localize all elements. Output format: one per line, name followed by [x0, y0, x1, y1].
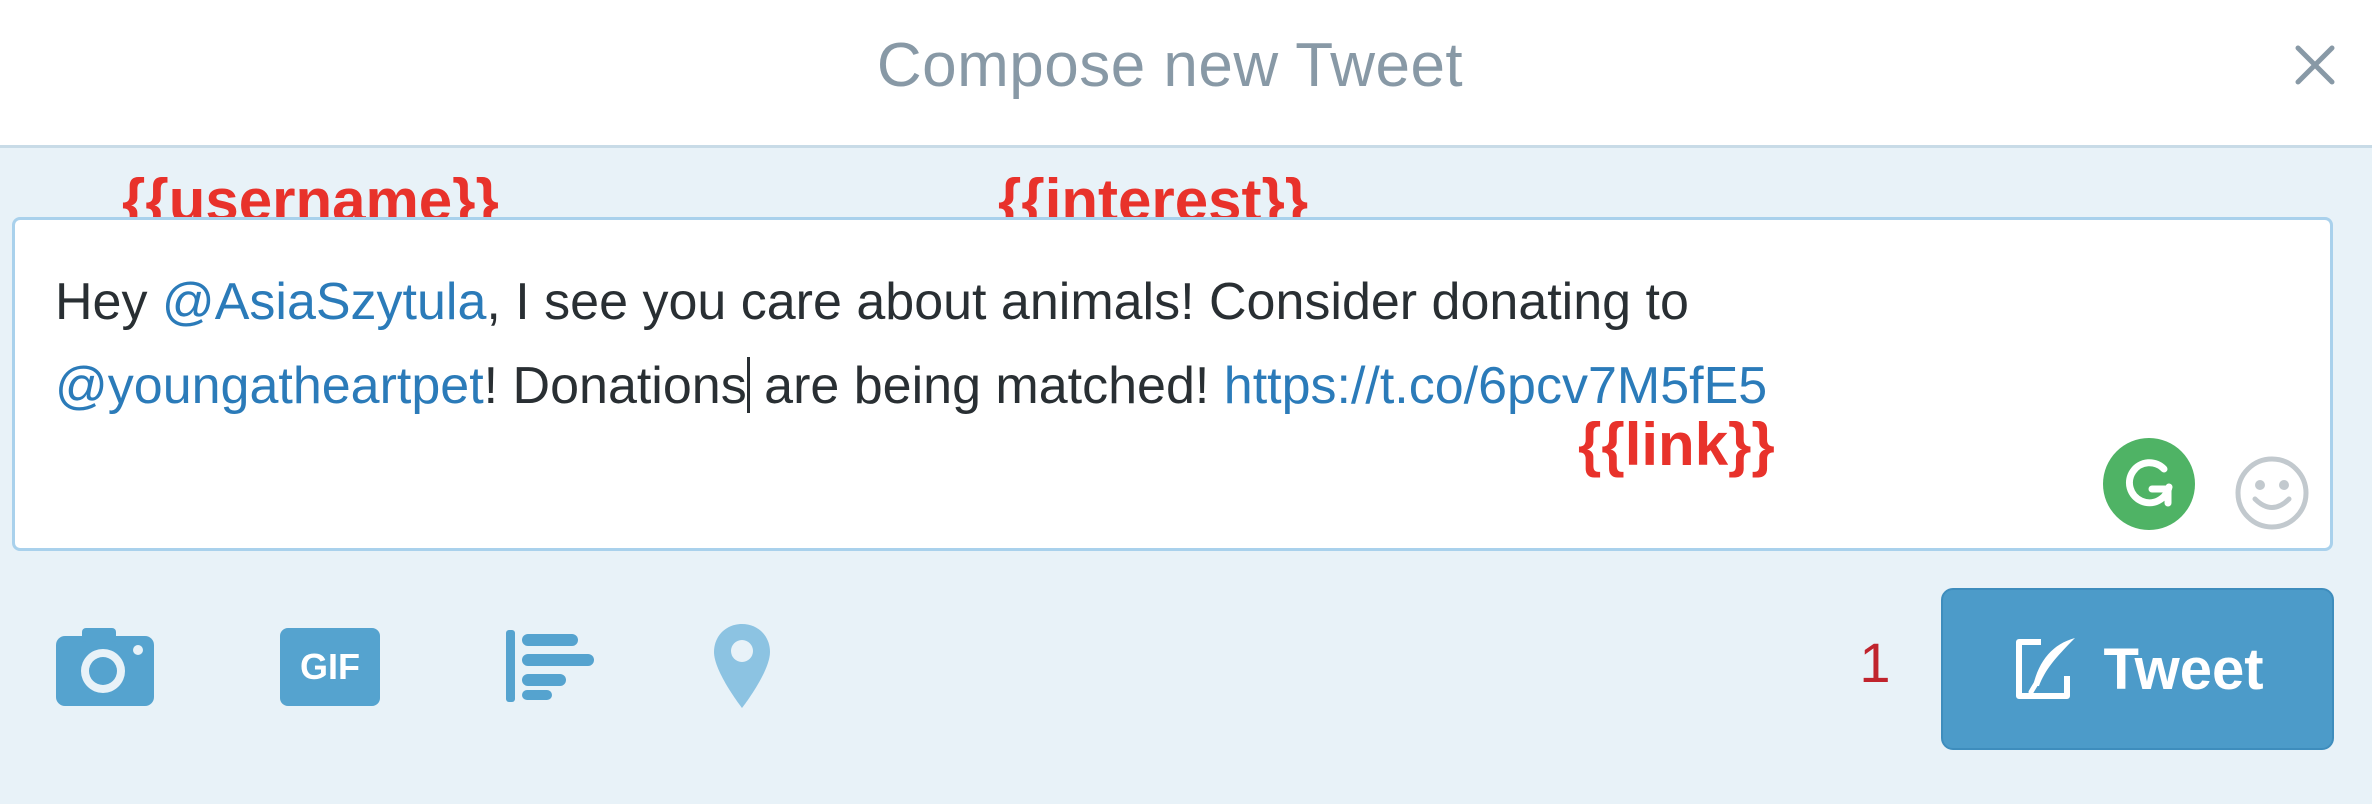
close-icon: [2295, 45, 2335, 85]
camera-icon: [56, 628, 154, 706]
compose-feather-icon: [2016, 638, 2076, 699]
text-segment: are being matched!: [749, 357, 1224, 415]
text-segment: Hey: [55, 273, 162, 331]
emoji-smiley-icon: [2235, 456, 2309, 530]
grammarly-icon: [2125, 459, 2173, 507]
add-photo-button[interactable]: [54, 626, 156, 713]
modal-header: Compose new Tweet: [0, 0, 2372, 148]
annotation-link: {{link}}: [1578, 411, 1775, 478]
gif-button[interactable]: GIF: [280, 628, 380, 706]
tweet-button-label: Tweet: [2103, 636, 2264, 702]
gif-icon: GIF: [300, 646, 360, 687]
grammarly-button[interactable]: [2103, 438, 2195, 530]
text-segment: ! Donations: [483, 357, 747, 415]
poll-icon: [506, 630, 594, 702]
tweet-text: Hey @AsiaSzytula, I see you care about a…: [55, 260, 2255, 428]
tweet-button[interactable]: Tweet: [1941, 588, 2334, 750]
mention-link[interactable]: @youngatheartpet: [55, 357, 484, 415]
emoji-button[interactable]: [2233, 454, 2311, 532]
modal-title: Compose new Tweet: [876, 31, 1464, 100]
poll-button[interactable]: [506, 630, 594, 707]
mention-link[interactable]: @AsiaSzytula: [162, 273, 486, 331]
close-button[interactable]: [2280, 30, 2350, 100]
tweet-text-area[interactable]: Hey @AsiaSzytula, I see you care about a…: [12, 217, 2333, 551]
url-link[interactable]: https://t.co/6pcv7M5fE5: [1224, 357, 1767, 415]
character-counter: 1: [1859, 631, 1891, 694]
location-button[interactable]: [712, 622, 772, 715]
text-segment: , I see you care about animals! Consider…: [486, 273, 1689, 331]
location-icon: [714, 624, 770, 708]
